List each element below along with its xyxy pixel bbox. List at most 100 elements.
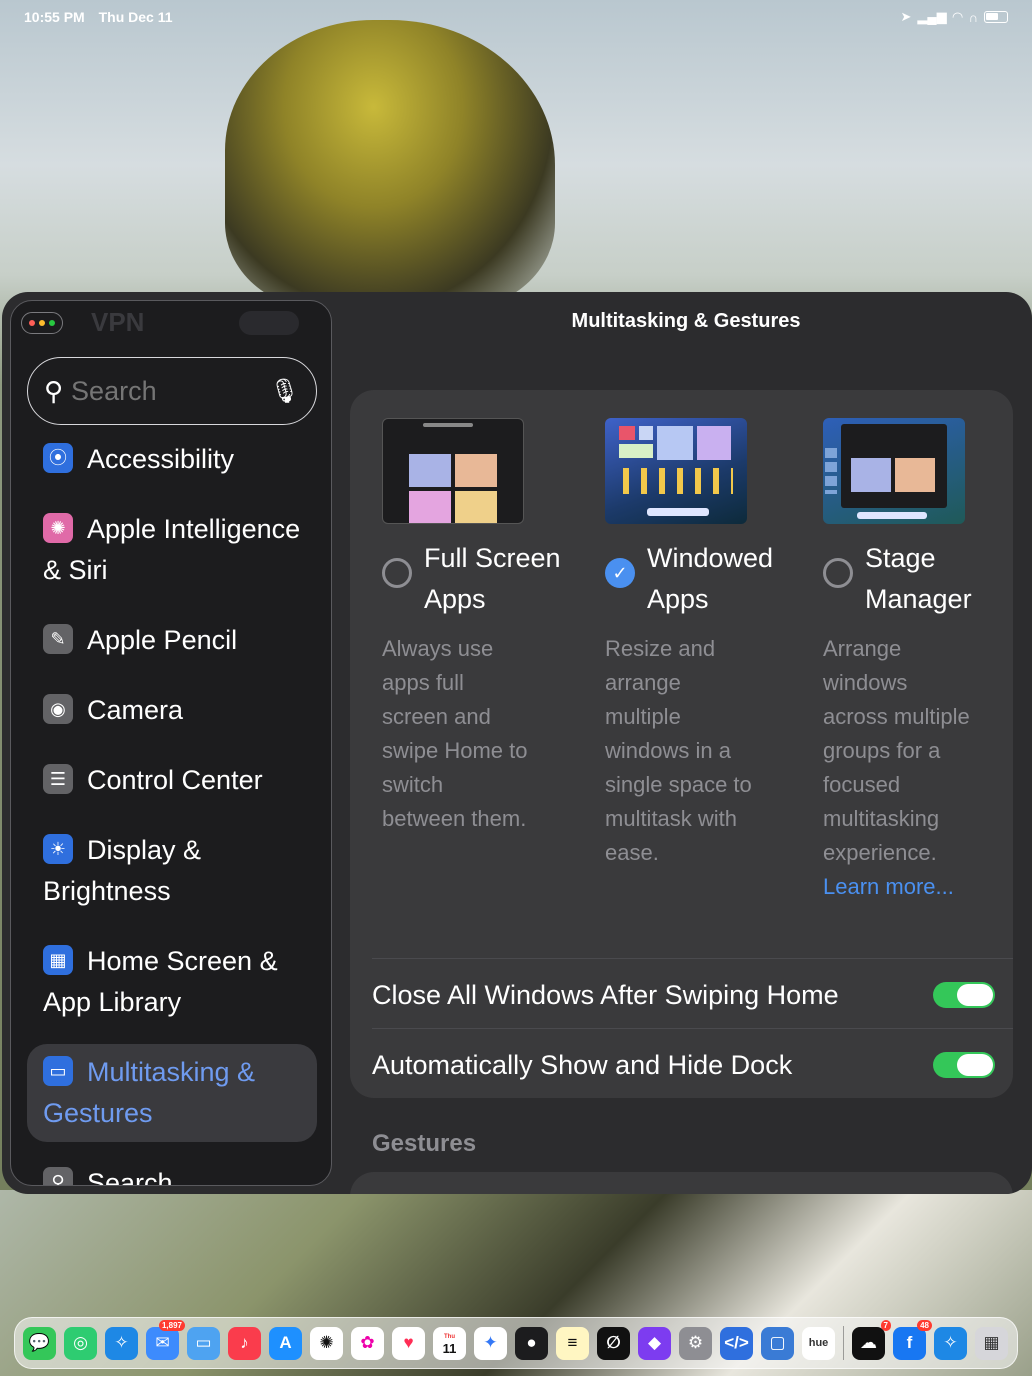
option-windowed-apps[interactable]: ✓ Windowed Apps Resize and arrange multi… xyxy=(605,418,815,870)
divider xyxy=(372,1028,1013,1029)
photos-icon[interactable]: ✿ xyxy=(351,1326,384,1360)
toggle-label: Automatically Show and Hide Dock xyxy=(372,1049,793,1080)
sidebar-item[interactable]: ✎ Apple Pencil xyxy=(11,612,331,669)
spark-icon[interactable]: ✦ xyxy=(474,1326,507,1360)
status-date: Thu Dec 11 xyxy=(98,9,173,25)
page-title: Multitasking & Gestures xyxy=(571,310,801,332)
facebook-icon[interactable]: f 48 xyxy=(893,1319,932,1360)
dock-separator xyxy=(843,1326,844,1360)
app-icon[interactable]: ▢ xyxy=(761,1326,794,1360)
soundcloud-badge: 7 xyxy=(880,1319,891,1331)
stage-manager-thumbnail xyxy=(823,418,965,524)
windowed-apps-radio-checked[interactable]: ✓ xyxy=(605,558,635,588)
soundcloud-icon[interactable]: ☁ 7 xyxy=(852,1319,891,1360)
section-header-gestures: Gestures xyxy=(372,1130,477,1157)
sidebar-item[interactable]: ☰ Control Center xyxy=(11,752,331,809)
apple-intelligence-icon: ✺ xyxy=(43,512,73,543)
settings-window: VPN ⚲ 🎙 ⦿ Accessibility ✺Apple Intelligenc… xyxy=(2,292,1032,1194)
status-time: 10:55 PM xyxy=(24,9,85,25)
sidebar-item-label: Apple Intelligence & Siri xyxy=(43,514,301,585)
option-description: Arrange windows across multiple groups f… xyxy=(823,632,973,904)
sidebar-search-field[interactable]: ⚲ 🎙 xyxy=(27,357,317,425)
close-dot-icon xyxy=(29,320,35,326)
sidebar-item[interactable]: ▭ Multitasking & Gestures xyxy=(27,1044,317,1142)
sidebar-item-label: Multitasking & Gestures xyxy=(43,1057,256,1128)
home-screen-icon: ▦ xyxy=(43,944,73,975)
messages-icon[interactable]: 💬 xyxy=(23,1326,56,1360)
cellular-icon: ▂▄▆ xyxy=(917,9,947,24)
files-icon[interactable]: ▭ xyxy=(187,1326,220,1360)
sidebar-item-vpn-ghost: VPN xyxy=(91,307,145,337)
app-store-icon[interactable]: A xyxy=(269,1326,302,1360)
option-description: Always use apps full screen and swipe Ho… xyxy=(382,636,528,831)
calendar-icon[interactable]: Thu 11 xyxy=(433,1326,466,1360)
battery-icon xyxy=(984,11,1008,23)
option-stage-manager[interactable]: Stage Manager Arrange windows across mul… xyxy=(823,418,1032,904)
toggle-label: Close All Windows After Swiping Home xyxy=(372,979,839,1010)
window-controls-button[interactable] xyxy=(21,312,63,334)
option-description-text: Arrange windows across multiple groups f… xyxy=(823,636,970,865)
safari-recent-icon[interactable]: ✧ xyxy=(934,1326,967,1360)
toggle-row-close-all-windows: Close All Windows After Swiping Home xyxy=(372,960,1013,1030)
camera-app-icon[interactable]: ● xyxy=(515,1326,548,1360)
option-full-screen[interactable]: Full Screen Apps Always use apps full sc… xyxy=(382,418,592,836)
learn-more-link[interactable]: Learn more... xyxy=(823,874,954,899)
music-icon[interactable]: ♪ xyxy=(228,1326,261,1360)
chatgpt-icon[interactable]: ✺ xyxy=(310,1326,343,1360)
code-editor-icon[interactable]: </> xyxy=(720,1326,753,1360)
health-icon[interactable]: ♥ xyxy=(392,1326,425,1360)
search-input[interactable] xyxy=(71,375,252,407)
multitasking-icon: ▭ xyxy=(43,1055,73,1086)
wallpaper-figure xyxy=(225,20,555,310)
sidebar-item[interactable]: ✺ Apple Intelligence & Siri xyxy=(11,501,331,599)
sidebar-item-label: Accessibility xyxy=(87,444,235,474)
vpn-app-icon[interactable]: ∅ xyxy=(597,1326,630,1360)
camera-icon: ◉ xyxy=(43,693,73,724)
sidebar: VPN ⚲ 🎙 ⦿ Accessibility ✺Apple Intelligenc… xyxy=(10,300,332,1186)
mail-icon[interactable]: ✉ 1,897 xyxy=(146,1319,185,1360)
calendar-day: 11 xyxy=(442,1341,457,1356)
sidebar-item-label: Search xyxy=(87,1168,173,1186)
stage-manager-radio[interactable] xyxy=(823,558,853,588)
find-my-icon[interactable]: ◎ xyxy=(64,1326,97,1360)
sidebar-item[interactable]: ⦿ Accessibility xyxy=(11,431,331,488)
option-label: Stage Manager xyxy=(865,543,972,614)
headphones-icon: ∩ xyxy=(968,9,978,25)
show-hide-dock-toggle[interactable] xyxy=(933,1052,995,1078)
status-bar: 10:55 PM Thu Dec 11 ➤ ▂▄▆ ◠ ∩ xyxy=(0,0,1032,34)
sidebar-item-label: Camera xyxy=(87,695,184,725)
hue-icon[interactable]: hue xyxy=(802,1326,835,1360)
mail-badge: 1,897 xyxy=(158,1319,185,1331)
sidebar-item[interactable]: ◉ Camera xyxy=(11,682,331,739)
sidebar-item[interactable]: ⚲ Search xyxy=(11,1155,331,1186)
settings-icon[interactable]: ⚙ xyxy=(679,1326,712,1360)
location-icon: ➤ xyxy=(900,9,912,24)
divider xyxy=(372,958,1013,959)
microphone-icon[interactable]: 🎙 xyxy=(270,377,300,406)
vpn-toggle-ghost xyxy=(239,311,299,335)
sidebar-item[interactable]: ▦ Home Screen & App Library xyxy=(11,933,331,1031)
app-library-icon[interactable]: ▦ xyxy=(975,1326,1008,1360)
search-icon: ⚲ xyxy=(43,1166,73,1185)
sidebar-item-label: Apple Pencil xyxy=(87,625,238,655)
minimize-dot-icon xyxy=(39,320,45,326)
sidebar-item-label: Home Screen & App Library xyxy=(43,946,278,1017)
full-screen-radio[interactable] xyxy=(382,558,412,588)
toggle-row-show-hide-dock: Automatically Show and Hide Dock xyxy=(372,1030,1013,1100)
shortcuts-icon[interactable]: ◆ xyxy=(638,1326,671,1360)
status-icons: ➤ ▂▄▆ ◠ ∩ xyxy=(900,9,1008,25)
safari-icon[interactable]: ✧ xyxy=(105,1326,138,1360)
sidebar-item-label: Control Center xyxy=(87,765,263,795)
full-screen-thumbnail xyxy=(382,418,524,524)
control-center-icon: ☰ xyxy=(43,763,73,794)
close-all-windows-toggle[interactable] xyxy=(933,982,995,1008)
wifi-icon: ◠ xyxy=(952,9,963,24)
magnifier-icon: ⚲ xyxy=(44,375,64,406)
dock: 💬 ◎ ✧ ✉ 1,897 ▭ ♪ A ✺ ✿ ♥ Thu 11 ✦ ● ≡ ∅ … xyxy=(14,1317,1018,1369)
option-description: Resize and arrange multiple windows in a… xyxy=(605,636,752,865)
option-label: Full Screen Apps xyxy=(424,543,561,614)
gestures-card xyxy=(350,1172,1013,1194)
notes-icon[interactable]: ≡ xyxy=(556,1326,589,1360)
accessibility-icon: ⦿ xyxy=(43,442,73,473)
sidebar-item[interactable]: ☀ Display & Brightness xyxy=(11,822,331,920)
